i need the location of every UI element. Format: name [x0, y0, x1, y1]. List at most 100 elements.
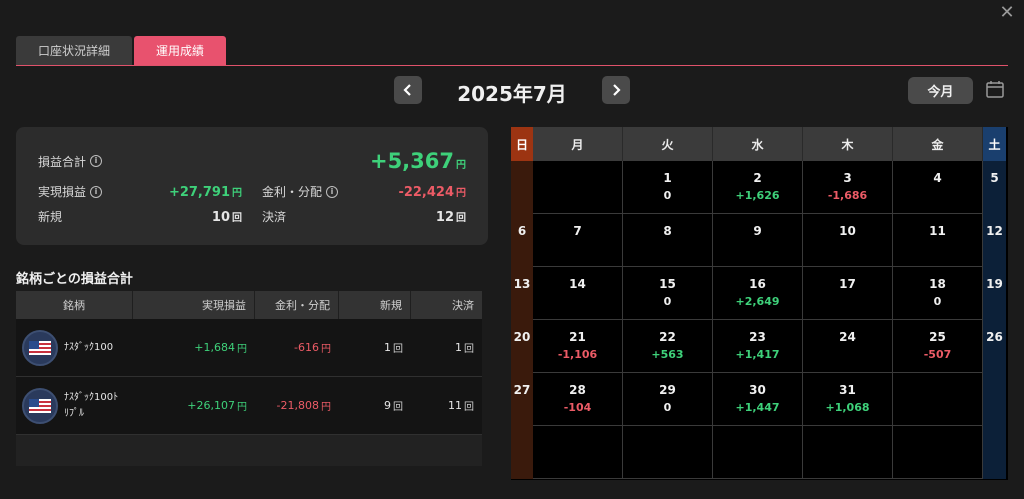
calendar-day-cell[interactable] [893, 373, 983, 426]
table-row[interactable]: ﾅｽﾀﾞｯｸ100 +1,684 円 -616 円 1回 1回 [16, 319, 482, 377]
day-number: 14 [569, 277, 586, 291]
weekday-sun: 日 [511, 127, 533, 161]
day-pnl-value: +1,068 [825, 401, 870, 414]
day-number: 5 [990, 171, 999, 185]
header-new[interactable]: 新規 [339, 291, 411, 319]
calendar-day-cell[interactable]: 10 [623, 161, 713, 214]
calendar-day-cell[interactable]: 14 [533, 267, 623, 320]
new-number: 1 [384, 341, 391, 354]
stock-name: ﾅｽﾀﾞｯｸ100 [64, 341, 114, 353]
tab-account-details[interactable]: 口座状況詳細 [16, 36, 133, 65]
day-number: 13 [513, 277, 531, 291]
day-number: 6 [517, 224, 527, 238]
weekday-fri: 金 [893, 127, 983, 161]
info-icon[interactable]: i [90, 155, 103, 167]
calendar-day-cell[interactable] [803, 426, 893, 479]
tab-performance[interactable]: 運用成績 [134, 36, 227, 65]
day-number: 23 [749, 330, 766, 344]
calendar-day-cell[interactable] [511, 161, 533, 214]
total-row: 損益合計 i +5,367 円 [38, 149, 466, 173]
calendar-day-cell[interactable]: 7 [533, 214, 623, 267]
next-month-button[interactable] [602, 76, 630, 104]
prev-month-button[interactable] [394, 76, 422, 104]
profit-summary-card: 損益合計 i +5,367 円 実現損益 i +27,791 円 金利・分配 i -… [16, 127, 488, 245]
header-interest[interactable]: 金利・分配 [255, 291, 339, 319]
calendar-day-cell[interactable]: 4 [893, 161, 983, 214]
calendar-day-cell[interactable] [983, 373, 1006, 426]
calendar-day-cell[interactable]: 12 [983, 214, 1006, 267]
calendar-day-cell[interactable]: 8 [623, 214, 713, 267]
day-number: 4 [933, 171, 942, 185]
calendar-day-cell[interactable] [511, 426, 533, 479]
calendar-day-cell[interactable]: 2 +1,626 [713, 161, 803, 214]
calendar-day-cell[interactable]: 28 -104 [533, 373, 623, 426]
stock-cell: ﾅｽﾀﾞｯｸ100ﾄ ﾘﾌﾟﾙ [16, 377, 133, 434]
calendar-day-cell[interactable]: 29 0 [623, 373, 713, 426]
day-number: 11 [929, 224, 946, 238]
calendar-day-cell[interactable] [533, 426, 623, 479]
calendar-day-cell[interactable]: 13 [511, 267, 533, 320]
kai-unit: 回 [456, 212, 466, 224]
day-number: 24 [839, 330, 856, 344]
close-icon[interactable]: ✕ [998, 4, 1016, 22]
calendar-day-cell[interactable]: 10 [803, 214, 893, 267]
calendar-day-cell[interactable]: 19 [983, 267, 1006, 320]
calendar-day-cell[interactable]: 9 [713, 214, 803, 267]
calendar-day-cell[interactable]: 11 [893, 214, 983, 267]
calendar-day-cell[interactable] [983, 426, 1006, 479]
this-month-button[interactable]: 今月 [908, 77, 973, 104]
calendar-day-cell[interactable]: 18 0 [893, 267, 983, 320]
day-number: 21 [569, 330, 586, 344]
day-pnl-value: 0 [933, 295, 942, 308]
calendar-day-cell[interactable]: 6 [511, 214, 533, 267]
calendar-day-cell[interactable]: 20 [511, 320, 533, 373]
day-number: 1 [663, 171, 672, 185]
day-pnl-value: +1,417 [735, 348, 780, 361]
day-number: 22 [659, 330, 676, 344]
calendar-day-cell[interactable] [533, 161, 623, 214]
calendar-day-cell[interactable]: 16 +2,649 [713, 267, 803, 320]
calendar-day-cell[interactable] [893, 426, 983, 479]
calendar-day-cell[interactable]: 3 -1,686 [803, 161, 893, 214]
day-number: 28 [569, 383, 586, 397]
calendar-day-cell[interactable]: 25 -507 [893, 320, 983, 373]
day-number: 31 [839, 383, 856, 397]
day-number: 29 [659, 383, 676, 397]
calendar-day-cell[interactable]: 15 0 [623, 267, 713, 320]
calendar-day-cell[interactable]: 23 +1,417 [713, 320, 803, 373]
calendar-day-cell[interactable]: 27 [511, 373, 533, 426]
header-realized[interactable]: 実現損益 [133, 291, 255, 319]
info-icon[interactable]: i [326, 185, 339, 198]
calendar-day-cell[interactable]: 5 [983, 161, 1006, 214]
tab-bar: 口座状況詳細 運用成績 [16, 36, 1008, 66]
new-value: 10 回 [138, 209, 242, 225]
calendar-day-cell[interactable]: 24 [803, 320, 893, 373]
calendar-day-cell[interactable]: 21 -1,106 [533, 320, 623, 373]
new-label: 新規 [38, 210, 63, 224]
calendar-day-cell[interactable]: 30 +1,447 [713, 373, 803, 426]
realized-cell: +1,684 円 [133, 319, 255, 376]
day-number: 8 [663, 224, 672, 238]
total-label-text: 損益合計 [38, 154, 87, 169]
day-pnl-value: +563 [651, 348, 684, 361]
calendar-day-cell[interactable] [623, 426, 713, 479]
table-row[interactable]: ﾅｽﾀﾞｯｸ100ﾄ ﾘﾌﾟﾙ +26,107 円 -21,808 円 9回 11 回 [16, 377, 482, 435]
calendar-day-cell[interactable] [713, 426, 803, 479]
calendar-day-cell[interactable]: 17 [803, 267, 893, 320]
interest-label: 金利・分配 i [262, 183, 339, 200]
info-icon[interactable]: i [90, 185, 103, 198]
stock-cell: ﾅｽﾀﾞｯｸ100 [16, 319, 133, 376]
kai-unit: 回 [232, 212, 242, 224]
calendar-day-cell[interactable]: 31 +1,068 [803, 373, 893, 426]
yen-unit: 円 [321, 344, 331, 355]
day-pnl-value: -1,106 [557, 348, 598, 361]
header-stock[interactable]: 銘柄 [16, 291, 133, 319]
realized-row: 実現損益 i +27,791 円 金利・分配 i -22,424 円 [38, 183, 466, 200]
calendar-icon[interactable] [985, 79, 1005, 99]
day-number: 16 [749, 277, 766, 291]
calendar-day-cell[interactable]: 22 +563 [623, 320, 713, 373]
settle-number: 11 [448, 399, 462, 412]
total-label: 損益合計 i [38, 153, 103, 170]
header-settle[interactable]: 決済 [411, 291, 482, 319]
calendar-day-cell[interactable]: 26 [983, 320, 1006, 373]
